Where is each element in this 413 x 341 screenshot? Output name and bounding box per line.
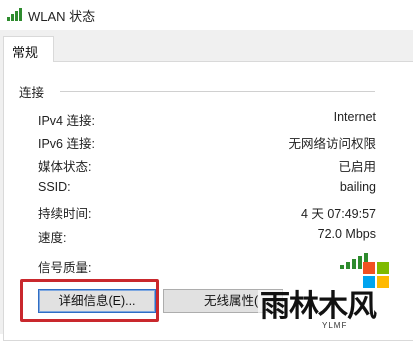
row-value-ssid: bailing bbox=[339, 180, 376, 194]
tab-general-label: 常规 bbox=[12, 45, 39, 60]
watermark-text: 雨林木风 bbox=[258, 289, 378, 324]
watermark-small-text: YLMF bbox=[322, 321, 348, 330]
row-label-speed: 速度: bbox=[38, 231, 67, 245]
window-title: WLAN 状态 bbox=[28, 9, 96, 24]
row-label-duration: 持续时间: bbox=[38, 207, 92, 221]
row-label-media-state: 媒体状态: bbox=[38, 160, 92, 174]
wifi-signal-icon bbox=[7, 8, 22, 21]
row-label-ipv6: IPv6 连接: bbox=[38, 137, 95, 151]
row-label-ssid: SSID: bbox=[38, 180, 71, 194]
connection-group-title: 连接 bbox=[19, 82, 51, 101]
title-bar: WLAN 状态 bbox=[0, 0, 413, 30]
row-value-ipv4: Internet bbox=[333, 110, 376, 124]
row-label-signal-quality: 信号质量: bbox=[38, 261, 92, 275]
group-divider bbox=[60, 91, 375, 92]
wireless-properties-label: 无线属性( bbox=[204, 294, 259, 308]
row-value-ipv6: 无网络访问权限 bbox=[288, 137, 376, 151]
tab-general[interactable]: 常规 bbox=[3, 36, 54, 62]
windows-logo-icon bbox=[363, 262, 389, 288]
highlight-annotation-box bbox=[20, 279, 159, 322]
row-value-media-state: 已启用 bbox=[338, 160, 376, 174]
row-value-duration: 4 天 07:49:57 bbox=[300, 207, 376, 221]
row-value-speed: 72.0 Mbps bbox=[317, 227, 376, 241]
row-label-ipv4: IPv4 连接: bbox=[38, 114, 95, 128]
